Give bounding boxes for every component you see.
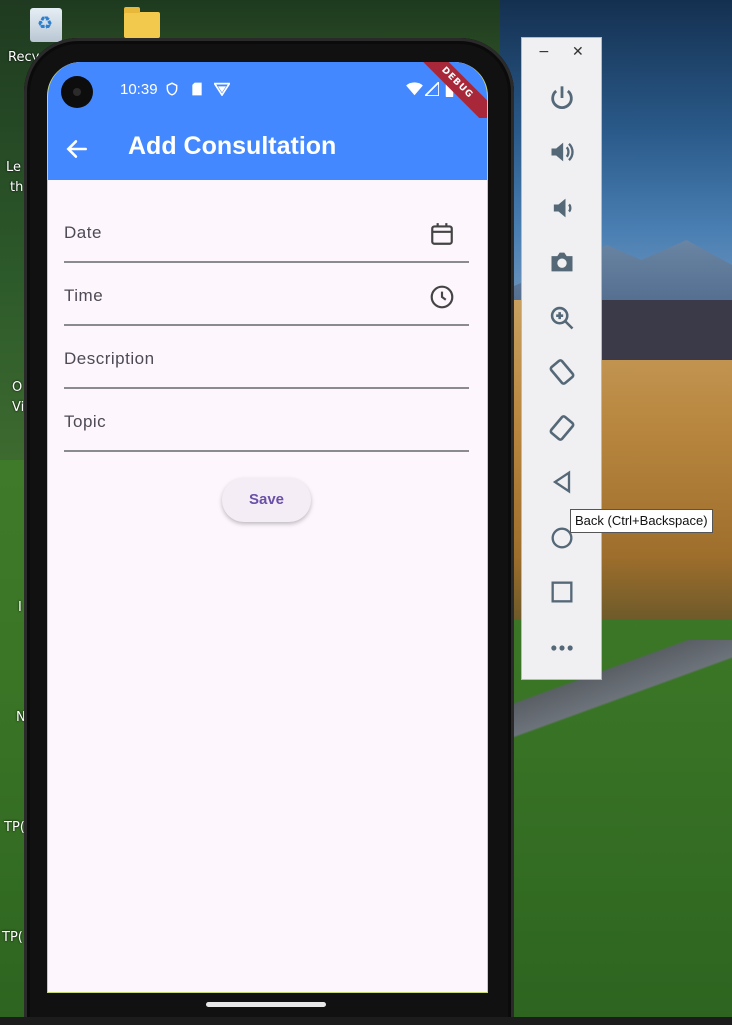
- wifi-icon: [406, 82, 423, 100]
- more-icon[interactable]: [546, 632, 578, 664]
- desktop-label-1: Le: [6, 160, 22, 175]
- taskbar: [0, 1017, 732, 1025]
- desktop-label-5: I: [18, 600, 22, 615]
- status-time: 10:39: [120, 81, 158, 98]
- date-field[interactable]: Date: [64, 199, 469, 263]
- camera-icon[interactable]: [546, 246, 578, 278]
- app-bar: Add Consultation: [48, 118, 487, 180]
- desktop-label-7: TP(: [4, 820, 25, 835]
- desktop-label-8: TP(: [2, 930, 23, 945]
- shield-icon: [165, 82, 179, 100]
- front-camera-icon: [61, 76, 93, 108]
- power-icon[interactable]: [546, 82, 578, 114]
- vpn-icon: [213, 82, 231, 100]
- back-icon[interactable]: [546, 466, 578, 498]
- back-arrow-icon[interactable]: [64, 136, 90, 162]
- clock-icon[interactable]: [429, 284, 455, 310]
- topic-field-label: Topic: [64, 412, 107, 431]
- close-icon[interactable]: ✕: [572, 44, 584, 60]
- emulator-toolbar: − ✕: [521, 37, 602, 680]
- folder-icon[interactable]: [124, 7, 160, 38]
- home-gesture-bar[interactable]: [206, 1002, 326, 1007]
- back-tooltip: Back (Ctrl+Backspace): [570, 509, 713, 533]
- phone-screen: 10:39 DEBUG Add Consultation Date Time D…: [47, 62, 488, 993]
- overview-icon[interactable]: [546, 576, 578, 608]
- volume-up-icon[interactable]: [546, 136, 578, 168]
- recycle-bin-icon[interactable]: [30, 8, 62, 42]
- minimize-icon[interactable]: −: [538, 44, 550, 60]
- volume-down-icon[interactable]: [546, 192, 578, 224]
- desktop-label-3: O: [12, 380, 23, 395]
- zoom-icon[interactable]: [546, 302, 578, 334]
- status-bar: 10:39 DEBUG: [48, 62, 487, 132]
- rotate-left-icon[interactable]: [546, 356, 578, 388]
- description-field-label: Description: [64, 349, 155, 368]
- time-field-label: Time: [64, 286, 104, 305]
- date-field-label: Date: [64, 223, 102, 242]
- wallpaper-castle-roof: [600, 300, 732, 360]
- topic-field[interactable]: Topic: [64, 388, 469, 452]
- save-button[interactable]: Save: [222, 478, 311, 522]
- signal-icon: [422, 79, 440, 100]
- calendar-icon[interactable]: [429, 221, 455, 247]
- time-field[interactable]: Time: [64, 262, 469, 326]
- desktop-label-4: Vi: [12, 400, 25, 415]
- description-field[interactable]: Description: [64, 325, 469, 389]
- rotate-right-icon[interactable]: [546, 412, 578, 444]
- page-title: Add Consultation: [128, 132, 337, 160]
- desktop-label-2: th: [10, 180, 24, 195]
- sd-card-icon: [191, 82, 203, 100]
